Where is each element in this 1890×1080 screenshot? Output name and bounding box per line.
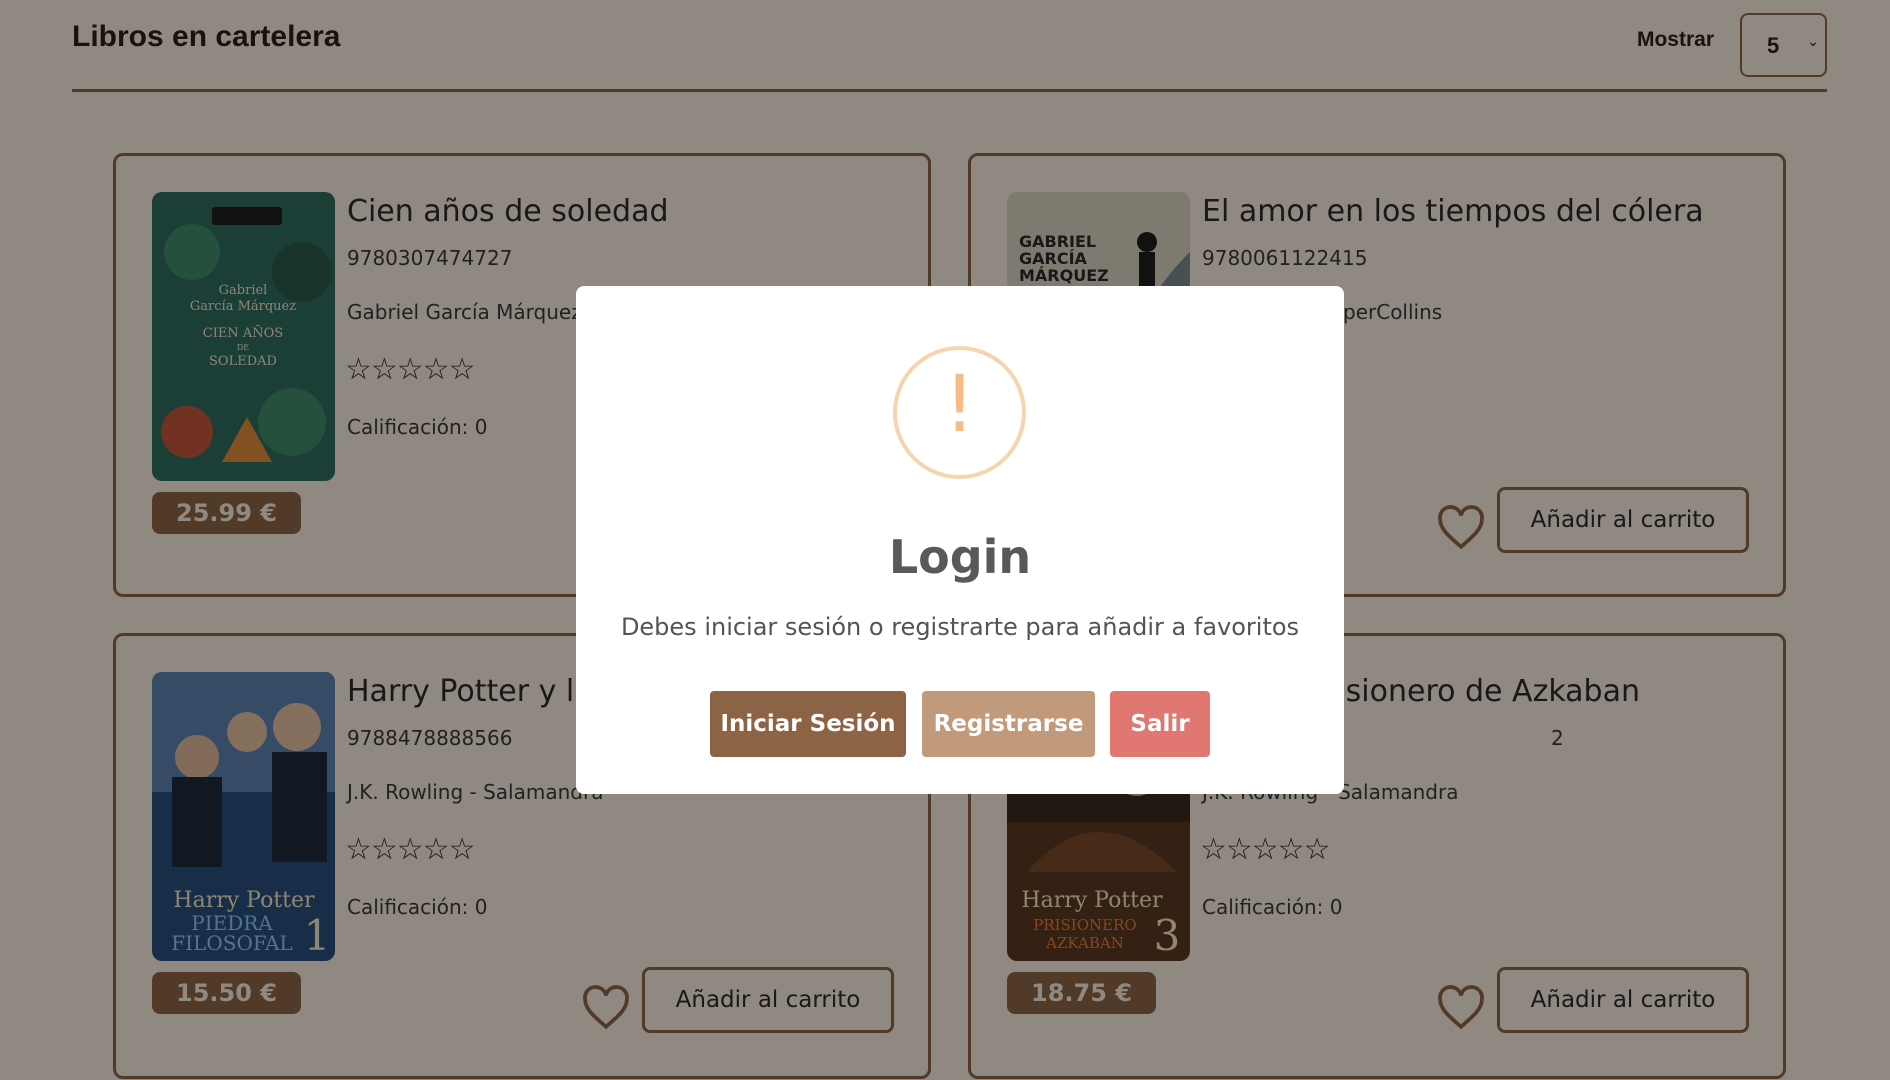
warning-icon: ! (893, 346, 1026, 479)
modal-message: Debes iniciar sesión o registrarte para … (620, 613, 1300, 641)
register-button[interactable]: Registrarse (922, 691, 1095, 757)
exit-button[interactable]: Salir (1110, 691, 1210, 757)
login-button[interactable]: Iniciar Sesión (710, 691, 906, 757)
modal-title: Login (888, 530, 1032, 584)
login-modal: ! Login Debes iniciar sesión o registrar… (576, 286, 1344, 794)
